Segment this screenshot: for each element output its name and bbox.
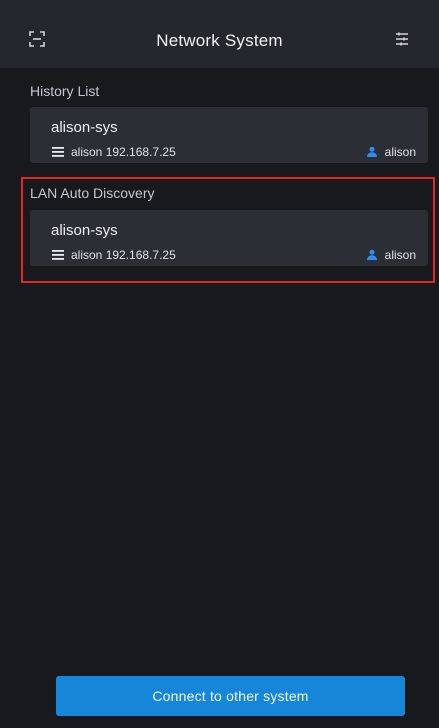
connect-other-system-button[interactable]: Connect to other system [56, 676, 405, 716]
system-address: alison 192.168.7.25 [71, 248, 176, 262]
page-title: Network System [156, 31, 283, 50]
system-user: alison [384, 248, 416, 262]
history-system-card[interactable]: alison-sys alison 192.168.7.25 alison [30, 107, 428, 163]
user-icon [366, 146, 378, 158]
menu-icon [51, 250, 64, 261]
system-details: alison 192.168.7.25 alison [51, 145, 416, 159]
network-system-screen: Network System History List alison-sys a… [0, 0, 439, 728]
discovered-system-card[interactable]: alison-sys alison 192.168.7.25 alison [30, 210, 428, 266]
system-address: alison 192.168.7.25 [71, 145, 176, 159]
system-name: alison-sys [51, 222, 118, 239]
lan-auto-discovery-heading: LAN Auto Discovery [30, 185, 155, 201]
top-bar: Network System [0, 0, 439, 68]
settings-sliders-icon[interactable] [391, 28, 413, 50]
system-name: alison-sys [51, 119, 118, 136]
system-details: alison 192.168.7.25 alison [51, 248, 416, 262]
menu-icon [51, 147, 64, 158]
system-user: alison [384, 145, 416, 159]
user-icon [366, 249, 378, 261]
history-list-heading: History List [30, 83, 100, 99]
